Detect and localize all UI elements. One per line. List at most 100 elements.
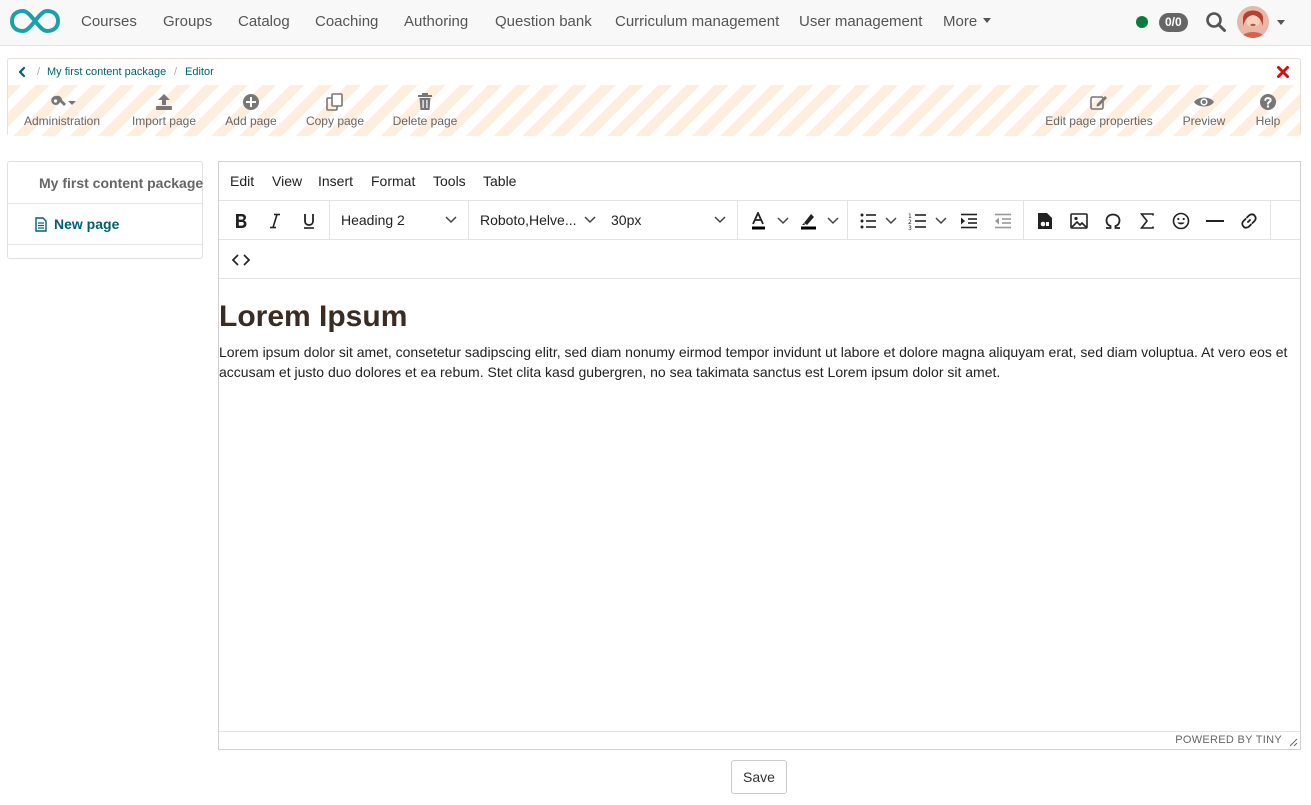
background-color-button[interactable] [795,206,845,235]
wrench-icon [51,95,76,106]
menu-tools[interactable]: Tools [433,162,466,201]
nav-user-management[interactable]: User management [799,0,922,46]
source-code-icon [232,253,250,266]
help-label: Help [1255,114,1281,128]
copy-page-label: Copy page [305,114,365,128]
import-page-label: Import page [131,114,197,128]
special-character-button[interactable] [1099,206,1127,235]
eye-icon [1194,97,1214,107]
chevron-down-icon [714,216,726,224]
omega-icon [1105,213,1121,229]
editor-toolbar: Heading 2 Roboto,Helve... 30px 1 2 3 [219,201,1300,240]
menu-edit[interactable]: Edit [230,162,254,201]
trash-icon [418,93,432,110]
breadcrumb-item-package[interactable]: My first content package [47,66,166,78]
tree-item-new-page[interactable]: New page [8,204,202,245]
editor-menubar: Edit View Insert Format Tools Table [219,162,1300,201]
preview-button[interactable]: Preview [1176,85,1232,136]
link-icon [1241,212,1257,229]
italic-button[interactable] [261,206,289,235]
indent-button[interactable] [955,206,983,235]
caret-down-icon [983,18,992,23]
numbered-list-button[interactable]: 1 2 3 [903,206,953,235]
import-page-button[interactable]: Import page [126,85,202,136]
add-page-label: Add page [225,114,277,128]
nav-authoring[interactable]: Authoring [404,0,468,46]
block-format-select[interactable]: Heading 2 [335,206,465,235]
horizontal-line-button[interactable] [1201,206,1229,235]
online-status-dot[interactable] [1136,16,1148,28]
add-page-button[interactable]: Add page [218,85,284,136]
top-navigation: Courses Groups Catalog Coaching Authorin… [0,0,1311,46]
bold-icon [236,213,247,228]
insert-link-button[interactable] [1235,206,1263,235]
rich-text-editor: Edit View Insert Format Tools Table Head… [218,161,1301,750]
source-code-button[interactable] [227,245,255,274]
toolbar-separator [1023,201,1024,240]
copy-icon [326,93,343,111]
tree-root-package[interactable]: My first content package [8,162,203,204]
administration-button[interactable]: Administration [16,85,108,136]
toolbar-separator [847,201,848,240]
breadcrumb-separator: / [37,66,41,78]
math-formula-button[interactable] [1133,206,1161,235]
nav-curriculum-management[interactable]: Curriculum management [615,0,779,46]
breadcrumb-item-editor[interactable]: Editor [185,66,214,78]
openolat-logo-icon[interactable] [9,7,61,35]
edit-page-properties-button[interactable]: Edit page properties [1042,85,1156,136]
nav-groups[interactable]: Groups [163,0,212,46]
font-family-select[interactable]: Roboto,Helve... [474,206,600,235]
plus-circle-icon [243,94,259,110]
italic-icon [270,213,280,228]
chevron-down-icon [584,216,596,224]
search-icon[interactable] [1205,11,1227,33]
powered-by-tiny-link[interactable]: POWERED BY TINY [1175,734,1282,746]
bullet-list-icon [860,213,897,228]
save-button[interactable]: Save [731,760,787,794]
bold-button[interactable] [227,206,255,235]
menu-table[interactable]: Table [483,162,516,201]
content-paragraph[interactable]: Lorem ipsum dolor sit amet, consetetur s… [219,342,1300,382]
help-button[interactable]: Help [1248,85,1288,136]
edit-page-properties-label: Edit page properties [1045,114,1153,128]
svg-text:3: 3 [908,225,912,230]
chevron-left-icon[interactable] [16,65,28,79]
tool-bar: Administration Import page Add page Copy… [8,85,1300,136]
copy-page-button[interactable]: Copy page [300,85,370,136]
insert-media-button[interactable] [1031,206,1059,235]
close-icon[interactable] [1276,65,1290,79]
chevron-down-icon [445,216,457,224]
underline-icon [304,213,314,229]
menu-view[interactable]: View [272,162,302,201]
preview-label: Preview [1182,114,1226,128]
delete-page-button[interactable]: Delete page [388,85,462,136]
user-avatar[interactable] [1237,6,1269,38]
user-menu-caret-icon[interactable] [1277,20,1285,25]
nav-courses[interactable]: Courses [81,0,137,46]
underline-button[interactable] [295,206,323,235]
text-color-icon [752,211,789,229]
nav-more-label: More [943,13,978,30]
menu-format[interactable]: Format [371,162,415,201]
block-format-value: Heading 2 [341,212,405,228]
font-size-select[interactable]: 30px [605,206,731,235]
bullet-list-button[interactable] [853,206,903,235]
text-color-button[interactable] [745,206,795,235]
nav-question-bank[interactable]: Question bank [495,0,592,46]
nav-catalog[interactable]: Catalog [238,0,290,46]
content-heading[interactable]: Lorem Ipsum [219,300,1300,334]
edit-icon [1090,96,1107,110]
menu-insert[interactable]: Insert [318,162,353,201]
editor-content-area[interactable]: Lorem Ipsum Lorem ipsum dolor sit amet, … [219,280,1300,382]
nav-coaching[interactable]: Coaching [315,0,378,46]
highlight-icon [801,213,839,229]
file-text-icon [35,217,47,232]
notification-badge[interactable]: 0/0 [1159,13,1188,32]
emoji-icon [1172,212,1190,229]
emoji-button[interactable] [1167,206,1195,235]
nav-more[interactable]: More [943,0,992,46]
editor-statusbar: POWERED BY TINY [219,731,1300,749]
outdent-button[interactable] [989,206,1017,235]
insert-image-button[interactable] [1065,206,1093,235]
resize-handle-icon[interactable] [1288,737,1298,747]
